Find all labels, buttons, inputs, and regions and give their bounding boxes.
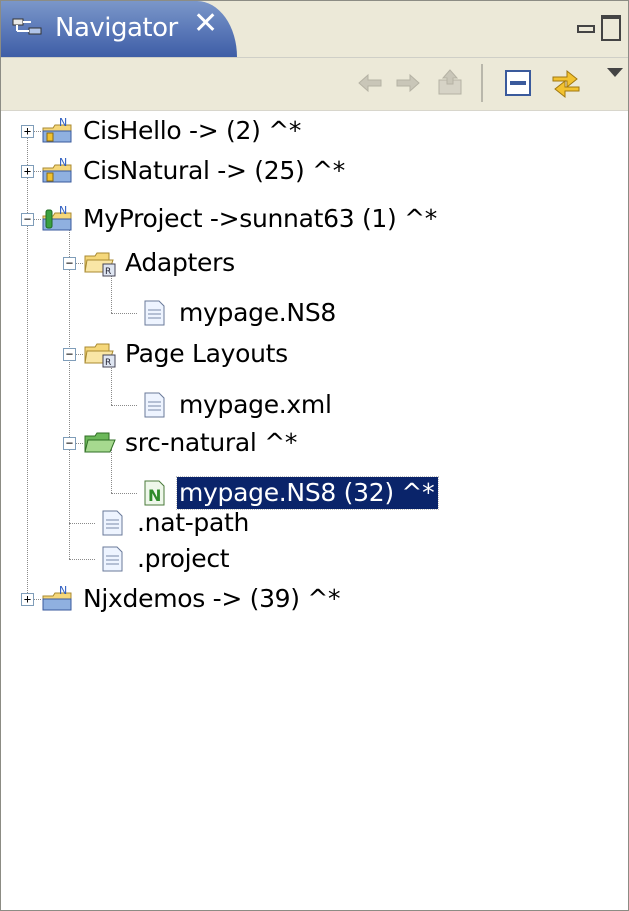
back-arrow-icon[interactable]: [353, 66, 387, 100]
tree-item-label: CisNatural -> (25) ^*: [83, 156, 345, 185]
tree-connector: [69, 523, 95, 524]
tree-item-cisnatural[interactable]: N CisNatural -> (25) ^*: [41, 151, 349, 191]
view-menu-triangle-icon[interactable]: [607, 68, 623, 77]
expand-toggle[interactable]: +: [21, 593, 34, 606]
maximize-icon[interactable]: [601, 15, 621, 41]
collapse-toggle[interactable]: −: [63, 348, 76, 361]
svg-text:R: R: [105, 267, 111, 277]
natural-project-closed-icon: N: [42, 156, 72, 183]
minimize-icon[interactable]: [577, 25, 595, 33]
tree-connector: [111, 493, 137, 494]
tree-item-label: .nat-path: [137, 508, 250, 537]
svg-text:N: N: [59, 156, 67, 169]
file-icon: [144, 392, 165, 418]
tree-item-label: mypage.xml: [179, 390, 332, 419]
tree-item-label: mypage.NS8: [179, 298, 337, 327]
expand-toggle[interactable]: +: [21, 165, 34, 178]
up-folder-icon[interactable]: [433, 66, 467, 100]
folder-icon: R: [84, 343, 116, 368]
file-icon: [102, 546, 123, 572]
tree-item-label: CisHello -> (2) ^*: [83, 116, 302, 145]
tree-item-label: Adapters: [125, 248, 235, 277]
navigator-tree: + + − − − − + N CisHello -> (2) ^* N Cis…: [1, 111, 628, 909]
close-icon[interactable]: ✕: [193, 9, 218, 39]
tree-item-nat-path[interactable]: .nat-path: [95, 503, 253, 543]
tree-item-src-natural[interactable]: src-natural ^*: [83, 423, 301, 463]
tree-connector: [111, 313, 137, 314]
tab-title: Navigator: [55, 13, 178, 43]
tab-navigator[interactable]: Navigator ✕: [1, 1, 237, 57]
tree-item-label: .project: [137, 544, 230, 573]
collapse-toggle[interactable]: −: [63, 257, 76, 270]
tree-item-mypage-xml[interactable]: mypage.xml: [137, 385, 336, 425]
natural-project-open-icon: N: [42, 204, 72, 231]
tree-item-project-file[interactable]: .project: [95, 539, 233, 579]
folder-icon: R: [84, 252, 116, 277]
svg-text:N: N: [59, 204, 67, 217]
navigator-icon: [12, 18, 42, 35]
svg-text:N: N: [59, 584, 67, 597]
svg-text:R: R: [105, 358, 111, 368]
svg-text:N: N: [59, 116, 67, 129]
navigator-view: Navigator ✕ + + − − − − + N CisHello -> …: [0, 0, 629, 911]
tree-item-adapters[interactable]: R Adapters: [83, 243, 239, 283]
tree-guide-line: [27, 131, 28, 599]
natural-project-closed-icon: N: [42, 116, 72, 143]
collapse-all-icon[interactable]: [501, 66, 535, 100]
tree-item-page-layouts[interactable]: R Page Layouts: [83, 334, 292, 374]
tree-item-label: Page Layouts: [125, 339, 288, 368]
view-toolbar: [1, 58, 628, 111]
tree-item-label: MyProject ->sunnat63 (1) ^*: [83, 204, 437, 233]
tree-item-label: src-natural ^*: [125, 428, 298, 457]
expand-toggle[interactable]: +: [21, 125, 34, 138]
tree-connector: [69, 559, 95, 560]
file-icon: [144, 300, 165, 326]
source-folder-icon: [84, 432, 116, 453]
tree-guide-line: [69, 229, 70, 559]
tree-item-mypage-ns8[interactable]: mypage.NS8: [137, 293, 340, 333]
file-icon: [102, 510, 123, 536]
forward-arrow-icon[interactable]: [391, 66, 425, 100]
tree-item-njxdemos[interactable]: N Njxdemos -> (39) ^*: [41, 579, 344, 619]
tree-item-myproject[interactable]: N MyProject ->sunnat63 (1) ^*: [41, 199, 441, 239]
toolbar-separator: [481, 64, 483, 102]
tree-item-label: Njxdemos -> (39) ^*: [83, 584, 341, 613]
view-tab-bar: Navigator ✕: [1, 1, 628, 58]
collapse-toggle[interactable]: −: [21, 213, 34, 226]
tree-connector: [111, 405, 137, 406]
tree-item-cishello[interactable]: N CisHello -> (2) ^*: [41, 111, 305, 151]
collapse-toggle[interactable]: −: [63, 437, 76, 450]
link-with-editor-icon[interactable]: [549, 66, 583, 100]
natural-project-closed-icon: N: [42, 584, 72, 611]
